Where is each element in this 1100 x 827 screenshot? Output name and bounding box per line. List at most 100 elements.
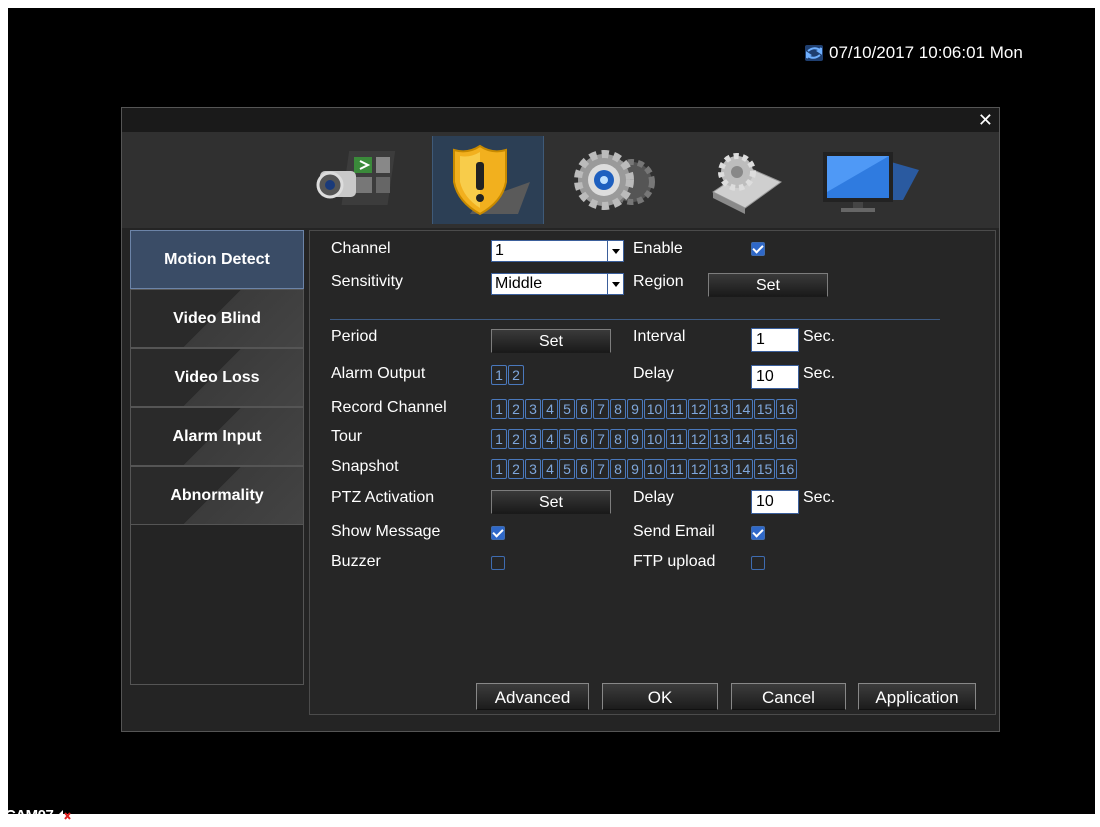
divider	[330, 319, 940, 320]
channel-label: Channel	[331, 240, 391, 257]
record-channel-box-1[interactable]: 1	[491, 399, 507, 419]
period-set-button[interactable]: Set	[491, 329, 611, 353]
tour-box-10[interactable]: 10	[644, 429, 665, 449]
tour-boxes: 1 2 3 4 5 6 7 8 9 10 11 12 13 14 15 16	[491, 429, 797, 449]
record-channel-box-10[interactable]: 10	[644, 399, 665, 419]
tour-box-3[interactable]: 3	[525, 429, 541, 449]
system-tab[interactable]	[559, 136, 669, 224]
snapshot-box-8[interactable]: 8	[610, 459, 626, 479]
ok-button[interactable]: OK	[602, 683, 718, 710]
record-channel-box-3[interactable]: 3	[525, 399, 541, 419]
record-channel-box-7[interactable]: 7	[593, 399, 609, 419]
tour-box-1[interactable]: 1	[491, 429, 507, 449]
delay-input-2[interactable]: 10	[751, 490, 799, 514]
delay-label: Delay	[633, 365, 674, 382]
record-channel-box-8[interactable]: 8	[610, 399, 626, 419]
region-label: Region	[633, 273, 684, 290]
region-set-button[interactable]: Set	[708, 273, 828, 297]
sidebar-item-label: Abnormality	[170, 486, 264, 504]
interval-label: Interval	[633, 328, 686, 345]
application-button[interactable]: Application	[858, 683, 976, 710]
record-channel-box-13[interactable]: 13	[710, 399, 731, 419]
snapshot-box-12[interactable]: 12	[688, 459, 709, 479]
tour-box-14[interactable]: 14	[732, 429, 753, 449]
buzzer-label: Buzzer	[331, 553, 381, 570]
snapshot-box-10[interactable]: 10	[644, 459, 665, 479]
snapshot-box-1[interactable]: 1	[491, 459, 507, 479]
ptz-set-button[interactable]: Set	[491, 490, 611, 514]
alarm-output-box-1[interactable]: 1	[491, 365, 507, 385]
record-channel-label: Record Channel	[331, 399, 447, 416]
sensitivity-select[interactable]: Middle	[491, 273, 624, 295]
record-channel-box-2[interactable]: 2	[508, 399, 524, 419]
tour-box-15[interactable]: 15	[754, 429, 775, 449]
tour-box-6[interactable]: 6	[576, 429, 592, 449]
tour-box-5[interactable]: 5	[559, 429, 575, 449]
sidebar-item-abnormality[interactable]: Abnormality	[130, 466, 304, 525]
snapshot-box-15[interactable]: 15	[754, 459, 775, 479]
ftp-upload-checkbox[interactable]	[751, 556, 765, 570]
tour-label: Tour	[331, 428, 363, 445]
alarm-settings-window: ✕ Motion Detect Video Blind Video Loss A…	[121, 107, 1000, 732]
snapshot-box-5[interactable]: 5	[559, 459, 575, 479]
ftp-upload-label: FTP upload	[633, 553, 716, 570]
snapshot-box-7[interactable]: 7	[593, 459, 609, 479]
snapshot-box-14[interactable]: 14	[732, 459, 753, 479]
sidebar-item-alarm-input[interactable]: Alarm Input	[130, 407, 304, 466]
tour-box-8[interactable]: 8	[610, 429, 626, 449]
record-channel-box-9[interactable]: 9	[627, 399, 643, 419]
sidebar-item-label: Video Loss	[174, 368, 260, 386]
advanced-button[interactable]: Advanced	[476, 683, 589, 710]
snapshot-box-16[interactable]: 16	[776, 459, 797, 479]
show-message-checkbox[interactable]	[491, 526, 505, 540]
display-tab[interactable]	[813, 136, 923, 224]
tour-box-2[interactable]: 2	[508, 429, 524, 449]
title-bar: ✕	[122, 108, 999, 132]
tour-box-7[interactable]: 7	[593, 429, 609, 449]
snapshot-box-9[interactable]: 9	[627, 459, 643, 479]
record-channel-box-12[interactable]: 12	[688, 399, 709, 419]
sidebar-item-video-blind[interactable]: Video Blind	[130, 289, 304, 348]
record-channel-box-5[interactable]: 5	[559, 399, 575, 419]
snapshot-label: Snapshot	[331, 458, 399, 475]
record-tab[interactable]	[305, 136, 415, 224]
snapshot-box-6[interactable]: 6	[576, 459, 592, 479]
close-button[interactable]: ✕	[978, 110, 993, 130]
enable-checkbox[interactable]	[751, 242, 765, 256]
record-channel-box-6[interactable]: 6	[576, 399, 592, 419]
chevron-down-icon	[607, 241, 623, 261]
snapshot-box-3[interactable]: 3	[525, 459, 541, 479]
sidebar-item-motion-detect[interactable]: Motion Detect	[130, 230, 304, 289]
delay-input[interactable]: 10	[751, 365, 799, 389]
sensitivity-label: Sensitivity	[331, 273, 404, 290]
snapshot-box-2[interactable]: 2	[508, 459, 524, 479]
tools-tab[interactable]	[686, 136, 796, 224]
tour-box-4[interactable]: 4	[542, 429, 558, 449]
channel-select[interactable]: 1	[491, 240, 624, 262]
delay-unit: Sec.	[803, 365, 836, 382]
tour-box-16[interactable]: 16	[776, 429, 797, 449]
record-channel-box-14[interactable]: 14	[732, 399, 753, 419]
tour-box-13[interactable]: 13	[710, 429, 731, 449]
tour-box-11[interactable]: 11	[666, 429, 687, 449]
snapshot-box-4[interactable]: 4	[542, 459, 558, 479]
record-channel-box-11[interactable]: 11	[666, 399, 687, 419]
interval-unit: Sec.	[803, 328, 836, 345]
alarm-tab[interactable]	[432, 136, 544, 224]
snapshot-box-11[interactable]: 11	[666, 459, 687, 479]
buzzer-checkbox[interactable]	[491, 556, 505, 570]
record-channel-box-4[interactable]: 4	[542, 399, 558, 419]
record-channel-box-15[interactable]: 15	[754, 399, 775, 419]
clock: 07/10/2017 10:06:01 Mon	[805, 43, 1023, 63]
interval-input[interactable]: 1	[751, 328, 799, 352]
record-channel-box-16[interactable]: 16	[776, 399, 797, 419]
snapshot-box-13[interactable]: 13	[710, 459, 731, 479]
alarm-output-box-2[interactable]: 2	[508, 365, 524, 385]
send-email-checkbox[interactable]	[751, 526, 765, 540]
tour-box-9[interactable]: 9	[627, 429, 643, 449]
tour-box-12[interactable]: 12	[688, 429, 709, 449]
delay-label-2: Delay	[633, 489, 674, 506]
cancel-button[interactable]: Cancel	[731, 683, 846, 710]
sidebar-item-video-loss[interactable]: Video Loss	[130, 348, 304, 407]
delay-unit-2: Sec.	[803, 489, 836, 506]
